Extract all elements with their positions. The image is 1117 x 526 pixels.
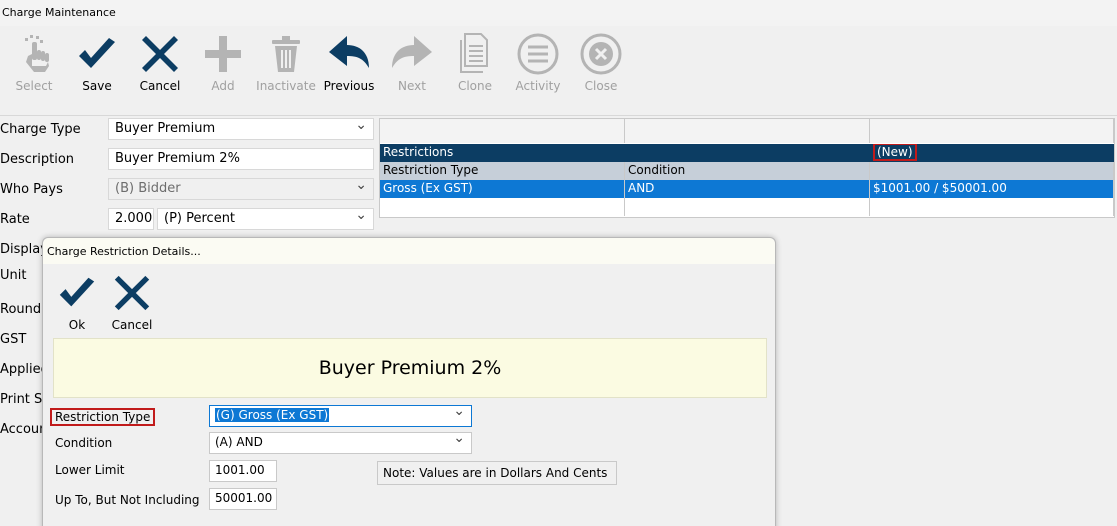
grid-header-cell[interactable]: [380, 119, 625, 143]
display-label: Display: [0, 242, 48, 257]
previous-button[interactable]: Previous: [319, 30, 379, 96]
dialog-cancel-button[interactable]: Cancel: [102, 270, 162, 332]
column-header-range: [870, 162, 1114, 180]
restrictions-band-label: Restrictions: [383, 145, 454, 159]
lower-limit-input[interactable]: 1001.00: [209, 460, 277, 482]
upper-limit-input[interactable]: 50001.00: [209, 488, 277, 510]
cross-icon: [142, 36, 178, 72]
dialog-title: Charge Restriction Details...: [47, 245, 201, 258]
new-badge: (New): [873, 144, 917, 161]
list-icon: [517, 33, 559, 75]
account-label: Accoun: [0, 422, 48, 437]
condition-label: Condition: [55, 436, 113, 450]
pointer-hand-icon: [25, 35, 49, 72]
toolbar: Select Save Cancel Add Inactivate Previo…: [0, 26, 1117, 116]
charge-type-select[interactable]: Buyer Premium: [108, 118, 374, 140]
grid-header: [380, 119, 1114, 143]
description-label: Description: [0, 152, 75, 167]
window-title: Charge Maintenance: [2, 6, 116, 19]
trash-icon: [272, 36, 300, 72]
column-header-restriction-type: Restriction Type: [380, 162, 625, 180]
checkmark-icon: [79, 38, 115, 68]
condition-select[interactable]: (A) AND: [209, 430, 472, 454]
empty-cell: [625, 198, 870, 216]
arrow-forward-icon: [392, 36, 432, 68]
cell-restriction-type: Gross (Ex GST): [380, 180, 625, 198]
grid-header-cell[interactable]: [870, 119, 1114, 143]
restrictions-grid: Restrictions (New) Restriction Type Cond…: [379, 118, 1115, 218]
rate-label: Rate: [0, 212, 30, 227]
cell-condition: AND: [625, 180, 870, 198]
title-bar: Charge Maintenance: [0, 0, 1117, 26]
description-input[interactable]: Buyer Premium 2%: [108, 148, 374, 170]
restrictions-band: Restrictions (New): [380, 144, 1114, 162]
charge-restriction-dialog: Charge Restriction Details... Ok Cancel …: [42, 237, 776, 526]
rate-input[interactable]: 2.0000: [108, 208, 154, 230]
document-copy-icon: [460, 33, 488, 73]
gst-label: GST: [0, 332, 27, 347]
column-header-condition: Condition: [625, 162, 870, 180]
table-row-empty[interactable]: [380, 198, 1114, 216]
restriction-type-select[interactable]: (G) Gross (Ex GST): [209, 403, 472, 427]
empty-cell: [870, 198, 1114, 216]
who-pays-select: (B) Bidder: [108, 178, 374, 200]
add-button[interactable]: Add: [193, 30, 253, 96]
column-header-row: Restriction Type Condition: [380, 162, 1114, 180]
checkmark-icon: [59, 277, 95, 307]
charge-banner: Buyer Premium 2%: [53, 338, 767, 398]
rate-type-select[interactable]: (P) Percent: [157, 208, 374, 230]
values-note: Note: Values are in Dollars And Cents: [377, 461, 617, 485]
save-button[interactable]: Save: [67, 30, 127, 96]
close-circle-icon: [580, 33, 622, 75]
upper-limit-label: Up To, But Not Including: [55, 493, 200, 507]
activity-button[interactable]: Activity: [508, 30, 568, 96]
table-row[interactable]: Gross (Ex GST) AND $1001.00 / $50001.00: [380, 180, 1114, 198]
restriction-type-label: Restriction Type: [50, 408, 156, 426]
inactivate-button[interactable]: Inactivate: [256, 30, 316, 96]
clone-button[interactable]: Clone: [445, 30, 505, 96]
empty-cell: [380, 198, 625, 216]
who-pays-label: Who Pays: [0, 182, 63, 197]
arrow-back-icon: [329, 36, 369, 68]
lower-limit-label: Lower Limit: [55, 463, 125, 477]
cross-icon: [114, 275, 150, 311]
new-record-cell[interactable]: (New): [870, 144, 1114, 162]
next-button[interactable]: Next: [382, 30, 442, 96]
dialog-title-bar[interactable]: Charge Restriction Details...: [43, 238, 775, 264]
close-button[interactable]: Close: [571, 30, 631, 96]
charge-type-label: Charge Type: [0, 122, 81, 137]
select-button[interactable]: Select: [4, 30, 64, 96]
rounding-label: Roundi: [0, 302, 45, 317]
unit-label: Unit: [0, 268, 27, 283]
ok-button[interactable]: Ok: [47, 270, 107, 332]
grid-header-cell[interactable]: [625, 119, 870, 143]
cancel-button[interactable]: Cancel: [130, 30, 190, 96]
plus-icon: [205, 36, 241, 72]
cell-range: $1001.00 / $50001.00: [870, 180, 1114, 198]
